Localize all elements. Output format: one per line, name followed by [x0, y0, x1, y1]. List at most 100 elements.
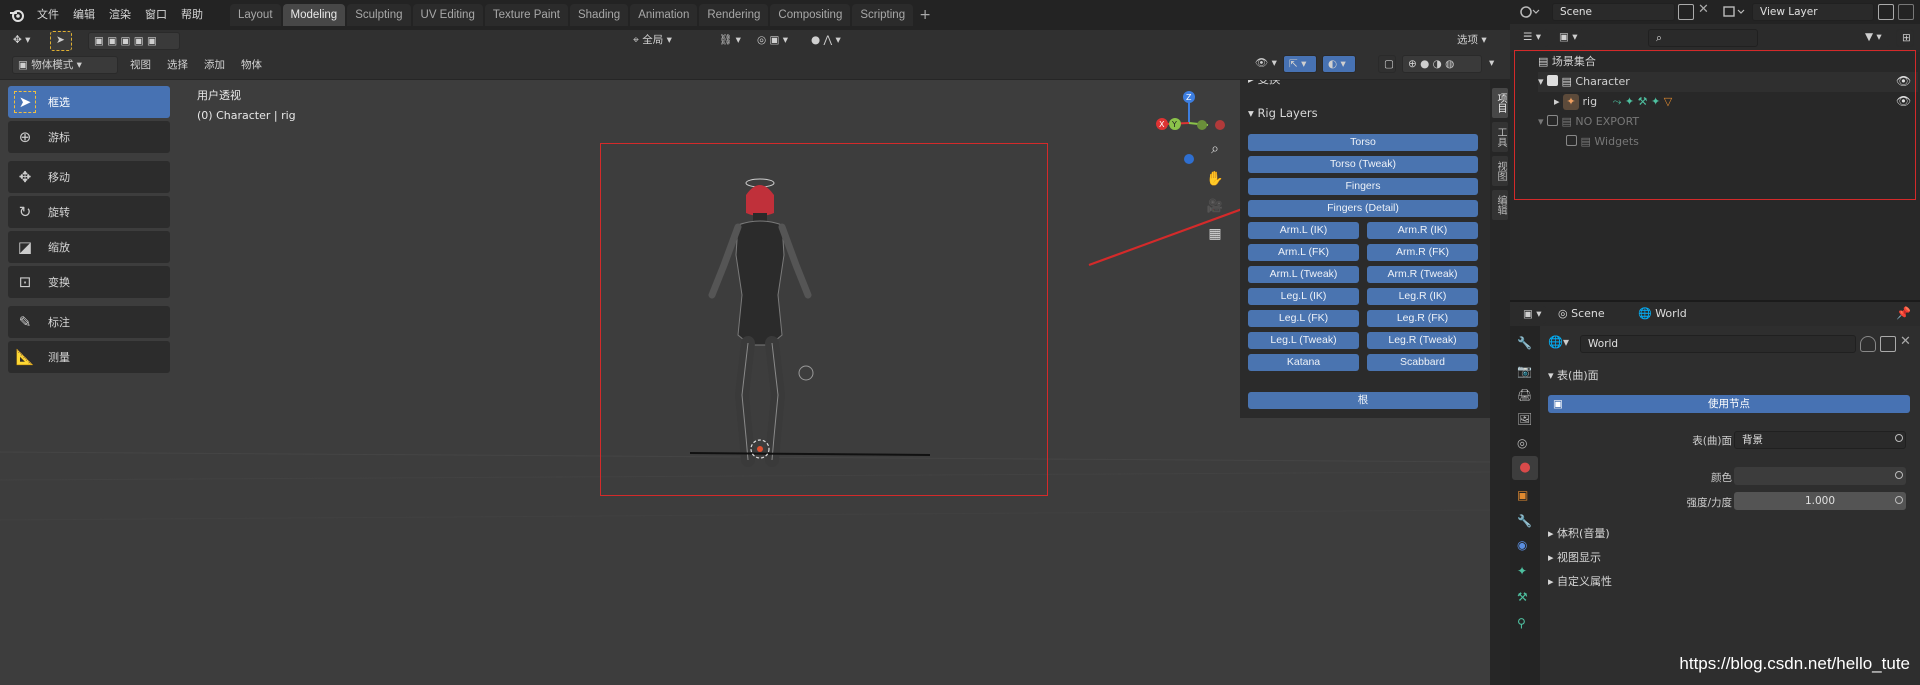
shading-options-icon[interactable]: ▾ — [1484, 55, 1502, 73]
rig-layer-fingers[interactable]: Fingers — [1248, 178, 1478, 195]
render-icon[interactable]: 📷 — [1517, 364, 1532, 378]
rig-layer-arm-r-ik[interactable]: Arm.R (IK) — [1367, 222, 1478, 239]
tool-move[interactable]: ✥ 移动 — [8, 161, 170, 193]
mode-dropdown[interactable]: ▣ 物体模式 ▾ — [12, 56, 118, 74]
visibility-icon[interactable]: 👁 ▾ — [1250, 55, 1280, 73]
view-layer-field[interactable]: View Layer — [1752, 3, 1874, 21]
xray-toggle-icon[interactable]: ▢ — [1378, 55, 1396, 73]
shading-mode-icons[interactable]: ⊕ ● ◑ ◍ — [1402, 55, 1482, 73]
tool-settings-icon[interactable]: 🔧 — [1517, 336, 1532, 350]
rig-layer-torso-tweak[interactable]: Torso (Tweak) — [1248, 156, 1478, 173]
tab-uv-editing[interactable]: UV Editing — [412, 4, 483, 26]
tab-item[interactable]: 项目 — [1492, 88, 1508, 118]
options-dropdown[interactable]: 选项 ▾ — [1452, 32, 1500, 50]
rig-layer-root[interactable]: 根 — [1248, 392, 1478, 409]
rig-layer-leg-l-tweak[interactable]: Leg.L (Tweak) — [1248, 332, 1359, 349]
scene-name-field[interactable]: Scene — [1552, 3, 1675, 21]
new-collection-icon[interactable]: ⊞ — [1896, 29, 1914, 47]
outliner-search-input[interactable]: ⌕ — [1648, 29, 1758, 47]
menu-add[interactable]: 添加 — [204, 57, 225, 73]
editor-type-icon[interactable]: ✥ ▾ — [8, 32, 40, 50]
pin-icon[interactable]: 📌 — [1896, 306, 1911, 320]
scene-tab-icon[interactable]: ◎ — [1517, 436, 1527, 450]
tab-view[interactable]: 视图 — [1492, 156, 1508, 186]
blender-logo-icon[interactable] — [4, 3, 30, 27]
view-layer-icon[interactable] — [1722, 3, 1748, 21]
snapping-toggle-icon[interactable]: ◎ ▣ ▾ — [752, 32, 802, 50]
tab-modeling[interactable]: Modeling — [282, 4, 346, 26]
rig-layer-arm-r-fk[interactable]: Arm.R (FK) — [1367, 244, 1478, 261]
menu-view[interactable]: 视图 — [130, 57, 151, 73]
rig-layer-katana[interactable]: Katana — [1248, 354, 1359, 371]
data-tab-icon[interactable]: ⚒ — [1517, 590, 1528, 604]
tool-annotate[interactable]: ✎ 标注 — [8, 306, 170, 338]
add-workspace-button[interactable]: + — [915, 4, 935, 26]
tab-layout[interactable]: Layout — [230, 4, 281, 26]
viewport-display-section-header[interactable]: ▸ 视图显示 — [1548, 549, 1601, 565]
custom-properties-section-header[interactable]: ▸ 自定义属性 — [1548, 573, 1612, 589]
color-field[interactable] — [1734, 467, 1906, 485]
transform-panel-header[interactable]: ▸ 变换 — [1248, 80, 1280, 87]
gizmo-toggle-icon[interactable]: ⇱ ▾ — [1283, 55, 1317, 73]
rig-layer-scabbard[interactable]: Scabbard — [1367, 354, 1478, 371]
delete-view-layer-icon[interactable] — [1898, 4, 1914, 20]
rig-layer-arm-l-ik[interactable]: Arm.L (IK) — [1248, 222, 1359, 239]
filter-icon[interactable]: ▼ ▾ — [1860, 29, 1890, 47]
tool-rotate[interactable]: ↻ 旋转 — [8, 196, 170, 228]
new-scene-icon[interactable] — [1678, 4, 1694, 20]
world-tab-icon[interactable]: ● — [1512, 456, 1538, 480]
tab-edit[interactable]: 编辑 — [1492, 190, 1508, 220]
tab-sculpting[interactable]: Sculpting — [347, 4, 411, 26]
properties-editor-type-icon[interactable]: ▣ ▾ — [1518, 306, 1546, 324]
object-tab-icon[interactable]: ▣ — [1517, 488, 1528, 502]
select-mode-icons[interactable]: ▣ ▣ ▣ ▣ ▣ — [88, 32, 180, 50]
rig-layer-torso[interactable]: Torso — [1248, 134, 1478, 151]
scene-icon[interactable] — [1518, 3, 1542, 21]
character-model[interactable] — [690, 175, 930, 475]
menu-edit[interactable]: 编辑 — [66, 3, 102, 27]
tab-texture-paint[interactable]: Texture Paint — [484, 4, 568, 26]
output-icon[interactable]: 🖨 — [1517, 388, 1532, 402]
rig-layer-fingers-detail[interactable]: Fingers (Detail) — [1248, 200, 1478, 217]
tool-cursor[interactable]: ⊕ 游标 — [8, 121, 170, 153]
tool-transform[interactable]: ⊡ 变换 — [8, 266, 170, 298]
menu-object[interactable]: 物体 — [241, 57, 262, 73]
view-layer-tab-icon[interactable]: 🖼 — [1517, 412, 1532, 426]
physics-tab-icon[interactable]: ◉ — [1517, 538, 1527, 552]
rig-layer-leg-r-fk[interactable]: Leg.R (FK) — [1367, 310, 1478, 327]
fake-user-shield-icon[interactable] — [1860, 336, 1876, 352]
rig-layer-leg-l-fk[interactable]: Leg.L (FK) — [1248, 310, 1359, 327]
tool-measure[interactable]: 📐 测量 — [8, 341, 170, 373]
rig-layer-arm-l-fk[interactable]: Arm.L (FK) — [1248, 244, 1359, 261]
rig-layers-panel-header[interactable]: ▾ Rig Layers — [1248, 106, 1476, 120]
volume-section-header[interactable]: ▸ 体积(音量) — [1548, 525, 1610, 541]
proportional-edit-icon[interactable]: ● ⋀ ▾ — [806, 32, 858, 50]
display-mode-icon[interactable]: ▣ ▾ — [1554, 29, 1584, 47]
surface-section-header[interactable]: ▾ 表(曲)面 — [1548, 367, 1599, 383]
snap-icon[interactable]: ⛓ ▾ — [714, 32, 746, 50]
tool-select-box[interactable]: ➤ 框选 — [8, 86, 170, 118]
menu-render[interactable]: 渲染 — [102, 3, 138, 27]
delete-scene-icon[interactable]: ✕ — [1698, 2, 1712, 20]
menu-select[interactable]: 选择 — [167, 57, 188, 73]
menu-file[interactable]: 文件 — [30, 3, 66, 27]
tool-scale[interactable]: ◪ 缩放 — [8, 231, 170, 263]
modifier-tab-icon[interactable]: 🔧 — [1517, 514, 1532, 528]
surface-shader-dropdown[interactable]: 背景 — [1734, 431, 1906, 449]
tab-scripting[interactable]: Scripting — [852, 4, 914, 26]
rig-layer-leg-r-tweak[interactable]: Leg.R (Tweak) — [1367, 332, 1478, 349]
tab-compositing[interactable]: Compositing — [770, 4, 851, 26]
rig-layer-leg-r-ik[interactable]: Leg.R (IK) — [1367, 288, 1478, 305]
overlays-toggle-icon[interactable]: ◐ ▾ — [1322, 55, 1356, 73]
rig-layer-arm-l-tweak[interactable]: Arm.L (Tweak) — [1248, 266, 1359, 283]
tab-rendering[interactable]: Rendering — [699, 4, 769, 26]
unlink-world-icon[interactable]: ✕ — [1900, 334, 1911, 349]
menu-help[interactable]: 帮助 — [174, 3, 210, 27]
duplicate-world-icon[interactable] — [1880, 336, 1896, 352]
select-box-icon[interactable]: ➤ — [50, 31, 72, 51]
tab-animation[interactable]: Animation — [630, 4, 698, 26]
rig-layer-arm-r-tweak[interactable]: Arm.R (Tweak) — [1367, 266, 1478, 283]
tab-tool[interactable]: 工具 — [1492, 122, 1508, 152]
constraints-tab-icon[interactable]: ✦ — [1517, 564, 1527, 578]
world-browse-icon[interactable]: 🌐▾ — [1548, 335, 1578, 353]
